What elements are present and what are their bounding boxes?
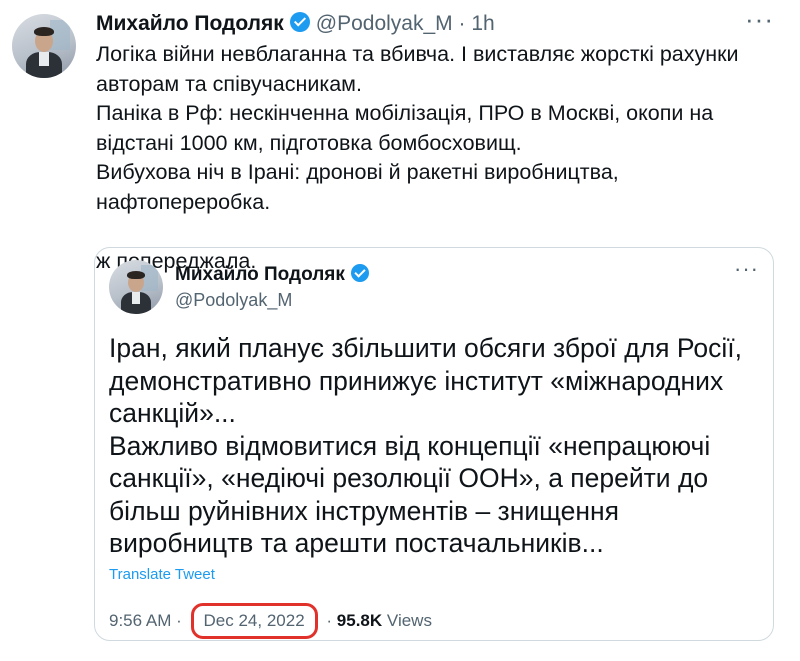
verified-badge-icon	[350, 263, 369, 282]
tweet-text: Логіка війни невблаганна та вбивча. І ви…	[96, 40, 776, 276]
tweet-line: Паніка в Рф: нескінченна мобілізація, ПР…	[96, 101, 714, 155]
translate-tweet-link[interactable]: Translate Tweet	[109, 566, 215, 583]
views-label: Views	[386, 611, 432, 630]
author-name[interactable]: Михайло Подоляк	[96, 12, 284, 35]
verified-badge-icon	[289, 12, 310, 33]
avatar-shirt	[39, 52, 49, 66]
quoted-author-handle[interactable]: @Podolyak_M	[175, 290, 292, 311]
tweet-metadata: 9:56 AM · Dec 24, 2022 · 95.8K Views	[109, 603, 432, 639]
separator-dot: ·	[176, 611, 182, 630]
avatar-hair	[34, 27, 54, 36]
tweet-line: Логіка війни невблаганна та вбивча. І ви…	[96, 42, 739, 96]
avatar-hair	[127, 271, 145, 279]
tweet-date-highlighted[interactable]: Dec 24, 2022	[190, 603, 318, 639]
quoted-paragraph: Іран, який планує збільшити обсяги зброї…	[109, 333, 743, 428]
separator-dot: ·	[326, 611, 333, 630]
avatar-background	[141, 265, 158, 291]
tweet-header: Михайло Подоляк @Podolyak_M · 1h	[96, 10, 495, 38]
avatar-shirt	[132, 292, 140, 304]
tweet-timestamp[interactable]: 9:56 AM	[109, 611, 171, 630]
quoted-author-name[interactable]: Михайло Подоляк	[175, 264, 345, 285]
quoted-tweet-text: Іран, який планує збільшити обсяги зброї…	[109, 332, 769, 560]
views-count: 95.8K	[336, 611, 383, 630]
separator-dot: ·	[458, 12, 466, 35]
quoted-paragraph: Важливо відмовитися від концепції «непра…	[109, 430, 711, 559]
quoted-name-row: Михайло Подоляк	[175, 263, 369, 286]
quoted-author-avatar[interactable]	[109, 260, 163, 314]
tweet-line: Вибухова ніч в Ірані: дронові й ракетні …	[96, 160, 619, 214]
author-avatar[interactable]	[12, 14, 76, 78]
more-options-icon[interactable]: ···	[745, 4, 774, 35]
ukraine-flag-icon	[96, 223, 122, 239]
quoted-more-options-icon[interactable]: ···	[734, 256, 759, 282]
author-handle[interactable]: @Podolyak_M	[316, 12, 453, 35]
tweet-line	[96, 217, 776, 247]
tweet-time[interactable]: 1h	[471, 12, 494, 35]
quoted-tweet-card[interactable]: Михайло Подоляк @Podolyak_M ··· Іран, як…	[94, 247, 774, 641]
avatar-background	[50, 20, 70, 50]
